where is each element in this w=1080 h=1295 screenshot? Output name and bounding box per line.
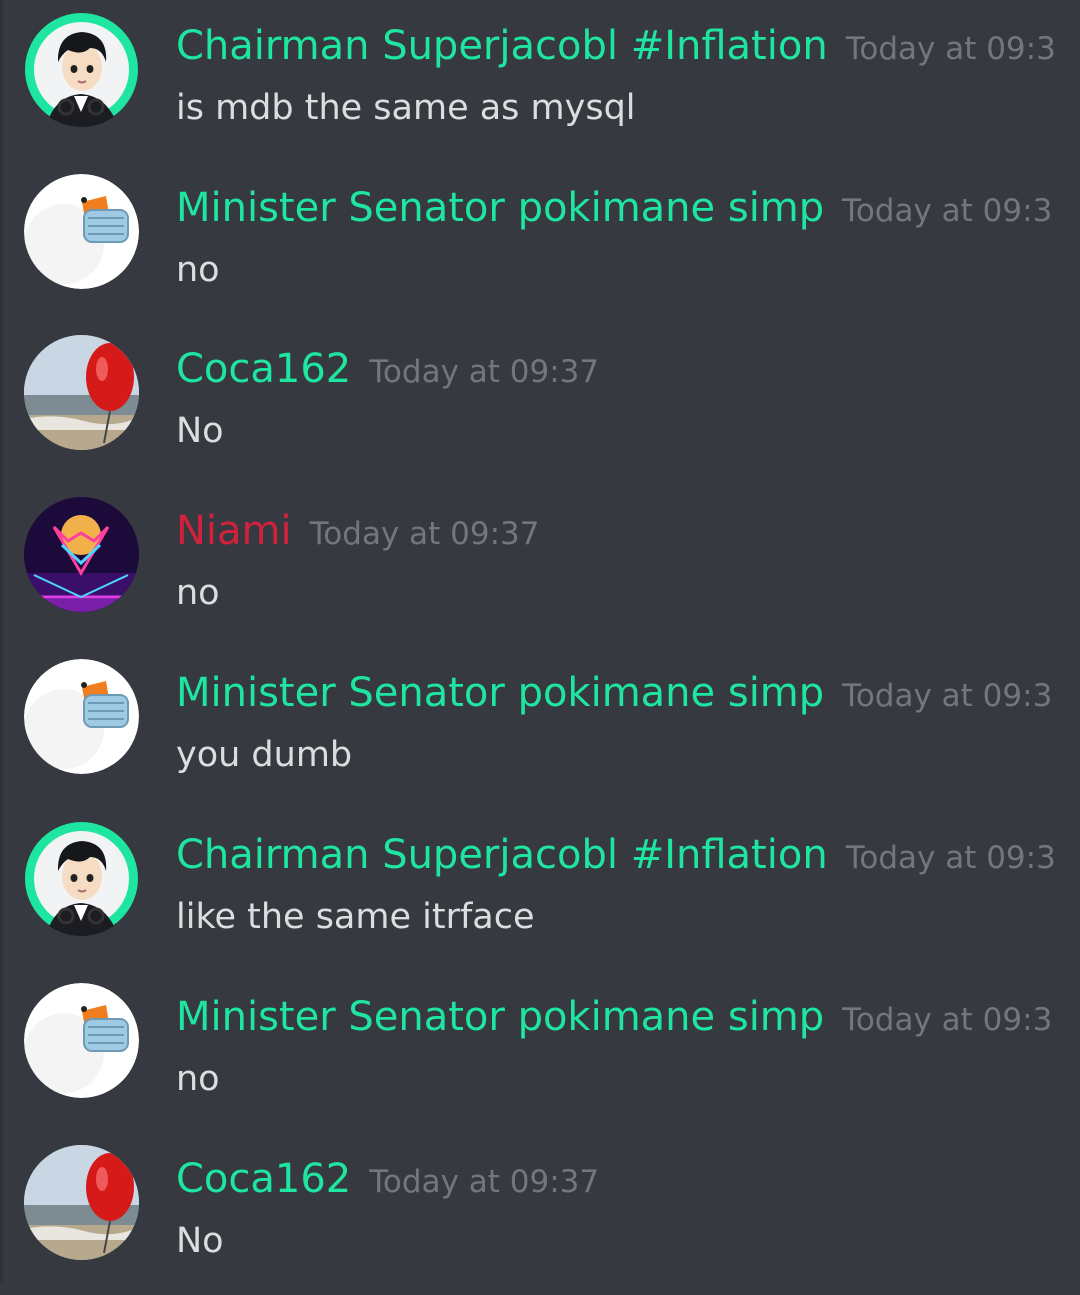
message-header: Minister Senator pokimane simp Today at 0… [176, 665, 1072, 721]
avatar-image [24, 1145, 139, 1260]
message-item[interactable]: Minister Senator pokimane simp Today at 0… [0, 647, 1080, 809]
username[interactable]: Coca162 [176, 1156, 351, 1202]
avatar-image [24, 821, 139, 936]
timestamp: Today at 09:37 [309, 516, 540, 552]
message-content: No [176, 411, 224, 451]
timestamp: Today at 09:3 [842, 678, 1053, 714]
timestamp: Today at 09:3 [845, 840, 1056, 876]
timestamp: Today at 09:37 [369, 1164, 600, 1200]
message-item[interactable]: Coca162 Today at 09:37 No [0, 1133, 1080, 1295]
message-list: Chairman Superjacobl #Inflation Today at … [0, 0, 1080, 1283]
username[interactable]: Chairman Superjacobl #Inflation [176, 23, 828, 69]
message-header: Chairman Superjacobl #Inflation Today at … [176, 827, 1072, 883]
username[interactable]: Minister Senator pokimane simp [176, 185, 824, 231]
goose-mask-avatar[interactable] [24, 174, 139, 289]
avatar-image [24, 497, 139, 612]
avatar-image [24, 335, 139, 450]
message-header: Minister Senator pokimane simp Today at 0… [176, 180, 1072, 236]
avatar-image [24, 659, 139, 774]
avatar-image [24, 12, 139, 127]
message-item[interactable]: Niami Today at 09:37 no [0, 485, 1080, 647]
username[interactable]: Chairman Superjacobl #Inflation [176, 832, 828, 878]
message-content: No [176, 1221, 224, 1261]
message-header: Minister Senator pokimane simp Today at 0… [176, 989, 1072, 1045]
goose-mask-avatar[interactable] [24, 983, 139, 1098]
anime-boy-avatar[interactable] [24, 12, 139, 127]
username[interactable]: Minister Senator pokimane simp [176, 670, 824, 716]
message-header: Chairman Superjacobl #Inflation Today at … [176, 18, 1072, 74]
message-content: is mdb the same as mysql [176, 88, 636, 128]
timestamp: Today at 09:37 [369, 354, 600, 390]
timestamp: Today at 09:3 [845, 31, 1056, 67]
message-item[interactable]: Minister Senator pokimane simp Today at 0… [0, 162, 1080, 324]
anime-boy-avatar[interactable] [24, 821, 139, 936]
message-item[interactable]: Chairman Superjacobl #Inflation Today at … [0, 809, 1080, 971]
avatar-image [24, 983, 139, 1098]
username[interactable]: Coca162 [176, 346, 351, 392]
red-balloon-beach-avatar[interactable] [24, 335, 139, 450]
timestamp: Today at 09:3 [842, 1002, 1053, 1038]
red-balloon-beach-avatar[interactable] [24, 1145, 139, 1260]
message-content: you dumb [176, 735, 353, 775]
username[interactable]: Minister Senator pokimane simp [176, 994, 824, 1040]
message-content: like the same itrface [176, 897, 535, 937]
message-content: no [176, 573, 220, 613]
message-content: no [176, 250, 220, 290]
message-item[interactable]: Minister Senator pokimane simp Today at 0… [0, 971, 1080, 1133]
goose-mask-avatar[interactable] [24, 659, 139, 774]
timestamp: Today at 09:3 [842, 193, 1053, 229]
message-header: Niami Today at 09:37 [176, 503, 1072, 559]
avatar-image [24, 174, 139, 289]
message-item[interactable]: Coca162 Today at 09:37 No [0, 323, 1080, 485]
synthwave-wolf-avatar[interactable] [24, 497, 139, 612]
message-item[interactable]: Chairman Superjacobl #Inflation Today at … [0, 0, 1080, 162]
message-content: no [176, 1059, 220, 1099]
message-header: Coca162 Today at 09:37 [176, 1151, 1072, 1207]
username[interactable]: Niami [176, 508, 292, 554]
message-header: Coca162 Today at 09:37 [176, 341, 1072, 397]
